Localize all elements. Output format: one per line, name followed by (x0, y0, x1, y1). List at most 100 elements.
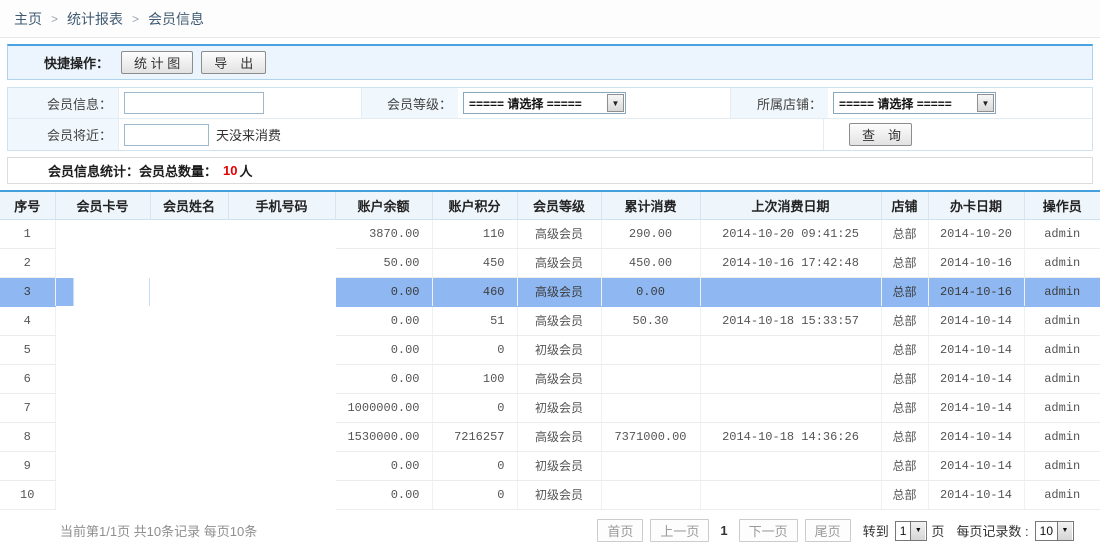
cell-balance: 0.00 (335, 451, 432, 480)
cell-balance: 0.00 (335, 480, 432, 509)
cell-phone (228, 248, 335, 277)
cell-balance: 1530000.00 (335, 422, 432, 451)
table-row[interactable]: 100.000初级会员总部2014-10-14admin (0, 480, 1100, 509)
pagination: 首页 上一页 1 下一页 尾页 转到 1 ▼ 页 每页记录数 : 10 ▼ (590, 519, 1078, 542)
export-button[interactable]: 导 出 (201, 51, 266, 74)
cell-level: 初级会员 (517, 451, 601, 480)
cell-last_consume (700, 277, 881, 306)
table-row[interactable]: 50.000初级会员总部2014-10-14admin (0, 335, 1100, 364)
cell-card_date: 2014-10-14 (928, 364, 1024, 393)
cell-balance: 3870.00 (335, 219, 432, 248)
cell-name (150, 335, 228, 364)
cell-level: 高级会员 (517, 422, 601, 451)
cell-no: 2 (0, 248, 55, 277)
cell-card (55, 422, 150, 451)
chevron-down-icon[interactable]: ▼ (977, 94, 994, 112)
cell-no: 3 (0, 277, 55, 306)
table-row[interactable]: 30.00460高级会员0.00总部2014-10-16admin (0, 277, 1100, 306)
cell-no: 5 (0, 335, 55, 364)
breadcrumb-reports[interactable]: 统计报表 (67, 9, 123, 29)
prev-page-button[interactable]: 上一页 (650, 519, 709, 542)
member-near-days-input[interactable] (124, 124, 209, 146)
quick-actions-label: 快捷操作： (44, 53, 109, 72)
column-header: 店铺 (881, 191, 928, 219)
cell-points: 0 (432, 451, 517, 480)
breadcrumb-separator: > (51, 12, 58, 26)
cell-balance: 0.00 (335, 306, 432, 335)
table-row[interactable]: 13870.00110高级会员290.002014-10-20 09:41:25… (0, 219, 1100, 248)
column-header: 会员姓名 (150, 191, 228, 219)
cell-level: 初级会员 (517, 393, 601, 422)
cell-last_consume (700, 480, 881, 509)
cell-phone (228, 335, 335, 364)
cell-points: 110 (432, 219, 517, 248)
next-page-button[interactable]: 下一页 (739, 519, 798, 542)
store-select[interactable]: ===== 请选择 ===== ▼ (833, 92, 996, 114)
footer: 当前第1/1页 共10条记录 每页10条 首页 上一页 1 下一页 尾页 转到 … (0, 517, 1100, 545)
member-info-input[interactable] (124, 92, 264, 114)
column-header: 账户余额 (335, 191, 432, 219)
table-row[interactable]: 71000000.000初级会员总部2014-10-14admin (0, 393, 1100, 422)
breadcrumb-member-info[interactable]: 会员信息 (148, 9, 204, 29)
cell-last_consume: 2014-10-16 17:42:48 (700, 248, 881, 277)
cell-store: 总部 (881, 393, 928, 422)
cell-points: 450 (432, 248, 517, 277)
cell-store: 总部 (881, 480, 928, 509)
goto-page-select[interactable]: 1 ▼ (895, 521, 928, 541)
column-header: 操作员 (1024, 191, 1100, 219)
table-row[interactable]: 40.0051高级会员50.302014-10-18 15:33:57总部201… (0, 306, 1100, 335)
last-page-button[interactable]: 尾页 (805, 519, 851, 542)
per-page-select[interactable]: 10 ▼ (1035, 521, 1074, 541)
page-info: 当前第1/1页 共10条记录 每页10条 (60, 521, 257, 540)
cell-last_consume: 2014-10-18 15:33:57 (700, 306, 881, 335)
cell-level: 高级会员 (517, 248, 601, 277)
cell-points: 0 (432, 480, 517, 509)
cell-phone (228, 393, 335, 422)
cell-card_date: 2014-10-14 (928, 393, 1024, 422)
column-header: 会员卡号 (55, 191, 150, 219)
cell-card_date: 2014-10-14 (928, 480, 1024, 509)
cell-last_consume (700, 335, 881, 364)
cell-points: 7216257 (432, 422, 517, 451)
chevron-down-icon[interactable]: ▼ (1057, 522, 1072, 540)
cell-store: 总部 (881, 451, 928, 480)
column-header: 累计消费 (601, 191, 700, 219)
cell-phone (228, 480, 335, 509)
cell-total (601, 393, 700, 422)
cell-no: 4 (0, 306, 55, 335)
query-button[interactable]: 查 询 (849, 123, 912, 146)
cell-phone (228, 219, 335, 248)
cell-card_date: 2014-10-16 (928, 277, 1024, 306)
cell-card (55, 277, 150, 306)
chevron-down-icon[interactable]: ▼ (910, 522, 925, 540)
chevron-down-icon[interactable]: ▼ (607, 94, 624, 112)
cell-no: 7 (0, 393, 55, 422)
member-level-select[interactable]: ===== 请选择 ===== ▼ (463, 92, 626, 114)
cell-card_date: 2014-10-14 (928, 306, 1024, 335)
store-label: 所属店铺： (730, 88, 828, 118)
cell-no: 1 (0, 219, 55, 248)
breadcrumb: 主页 > 统计报表 > 会员信息 (0, 0, 1100, 38)
breadcrumb-home[interactable]: 主页 (14, 9, 42, 29)
cell-balance: 0.00 (335, 335, 432, 364)
days-no-consume-label: 天没来消费 (216, 125, 281, 144)
cell-card (55, 480, 150, 509)
column-header: 办卡日期 (928, 191, 1024, 219)
cell-card_date: 2014-10-14 (928, 451, 1024, 480)
cell-no: 8 (0, 422, 55, 451)
table-row[interactable]: 81530000.007216257高级会员7371000.002014-10-… (0, 422, 1100, 451)
table-row[interactable]: 60.00100高级会员总部2014-10-14admin (0, 364, 1100, 393)
cell-total: 0.00 (601, 277, 700, 306)
chart-button[interactable]: 统 计 图 (121, 51, 193, 74)
cell-points: 100 (432, 364, 517, 393)
table-row[interactable]: 250.00450高级会员450.002014-10-16 17:42:48总部… (0, 248, 1100, 277)
cell-balance: 50.00 (335, 248, 432, 277)
cell-operator: admin (1024, 277, 1100, 306)
cell-level: 初级会员 (517, 335, 601, 364)
cell-name (150, 219, 228, 248)
cell-name (150, 364, 228, 393)
column-header: 账户积分 (432, 191, 517, 219)
cell-name (150, 422, 228, 451)
table-row[interactable]: 90.000初级会员总部2014-10-14admin (0, 451, 1100, 480)
first-page-button[interactable]: 首页 (597, 519, 643, 542)
